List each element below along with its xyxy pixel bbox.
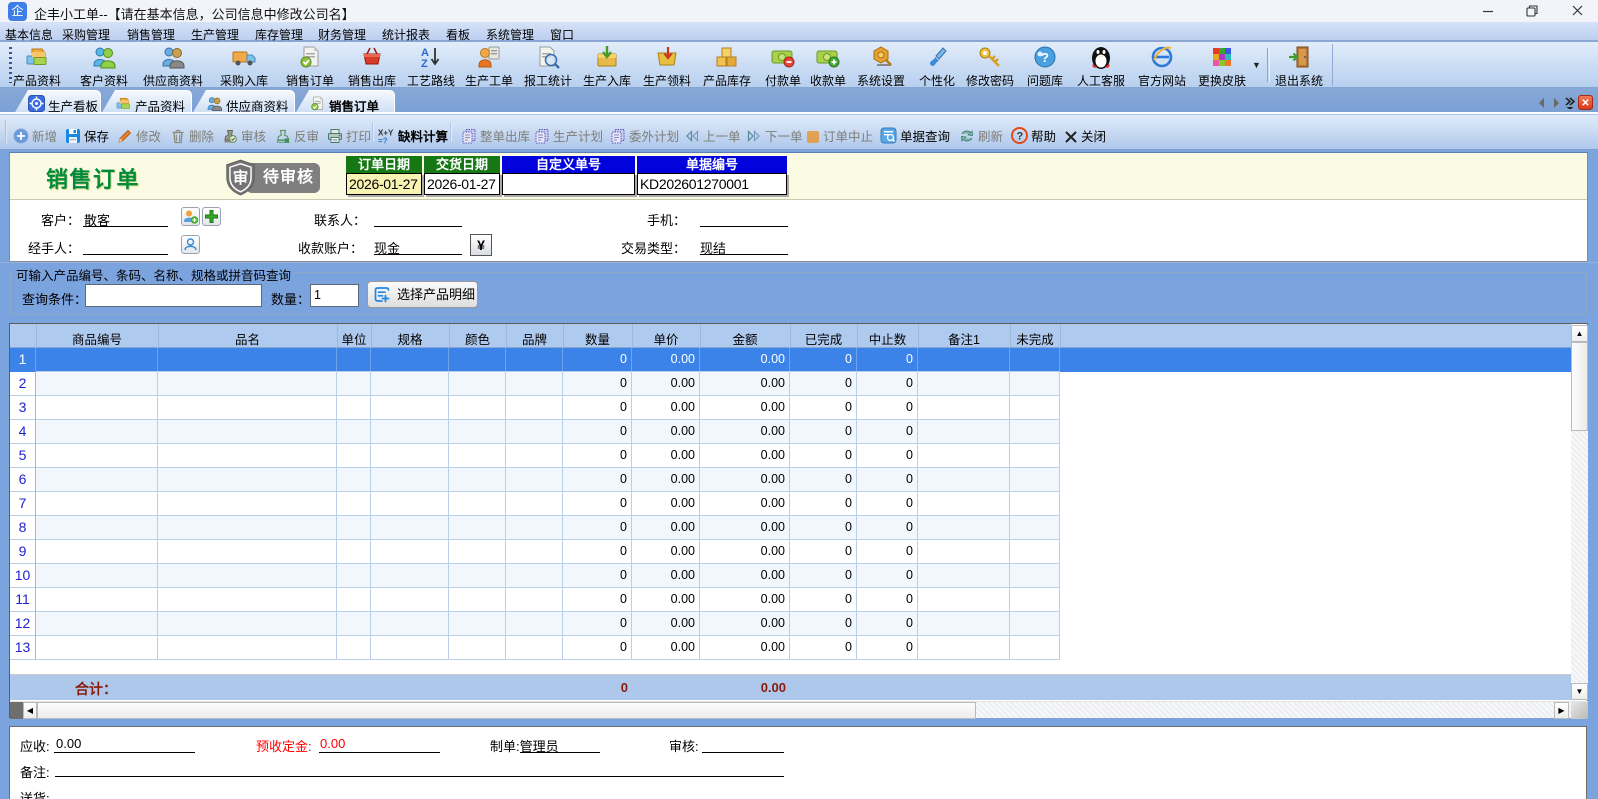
svg-text:?: ?: [1041, 50, 1049, 65]
svg-text:Z: Z: [421, 58, 428, 70]
svg-text:审: 审: [233, 168, 249, 187]
svg-text:?: ?: [1017, 131, 1024, 143]
svg-text:=?: =?: [378, 137, 388, 145]
